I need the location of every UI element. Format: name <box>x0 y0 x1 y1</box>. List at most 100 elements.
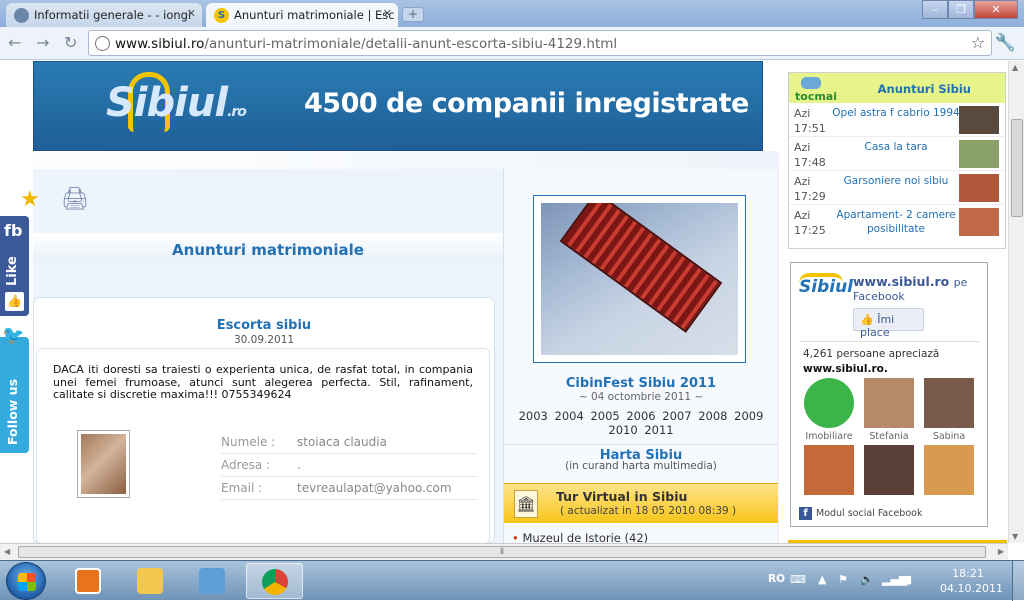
field-label: Numele : <box>221 435 276 449</box>
tab-informatii[interactable]: Informatii generale - - iongi ✕ <box>6 3 202 27</box>
battery-icon[interactable]: ▮ <box>906 573 912 586</box>
field-label: Adresa : <box>221 458 271 472</box>
ads-widget: tocmai Anunturi Sibiu Azi 17:51 Opel astr… <box>788 72 1006 249</box>
fb-page-name[interactable]: www.sibiul.ro pe <box>853 274 967 289</box>
post-date: 30.09.2011 <box>233 334 295 346</box>
fb-fan[interactable]: Stefania <box>861 378 917 442</box>
cibinfest-title[interactable]: CibinFest Sibiu 2011 <box>504 376 778 391</box>
taskbar-media-player[interactable] <box>60 563 117 599</box>
logo-main: Sibiul <box>106 80 228 126</box>
clock[interactable]: 18:21 04.10.2011 <box>940 566 1003 596</box>
thumbs-up-icon: 👍 <box>860 313 874 326</box>
ads-title[interactable]: Anunturi Sibiu <box>878 82 971 96</box>
maximize-button[interactable]: ❐ <box>948 0 974 19</box>
year-links[interactable]: 2003 2004 2005 2006 2007 2008 2009 2010 … <box>512 409 770 437</box>
action-center-flag-icon[interactable]: ⚑ <box>838 573 848 586</box>
reload-icon[interactable]: ↻ <box>64 33 77 52</box>
window-controls: – ❐ ✕ <box>922 0 1018 19</box>
show-hidden-icons-icon[interactable]: ▲ <box>818 573 826 586</box>
address-bar[interactable]: www.sibiul.ro/anunturi-matrimoniale/deta… <box>88 30 992 56</box>
muzeu-link[interactable]: • Muzeul de Istorie (42) <box>512 531 648 543</box>
show-desktop-button[interactable] <box>1012 561 1024 601</box>
harta-subtitle: (in curand harta multimedia) <box>565 460 717 472</box>
ad-thumbnail[interactable] <box>959 208 999 236</box>
vertical-scrollbar[interactable]: ▲ ▼ <box>1008 61 1024 543</box>
sibiul-logo[interactable]: Sibiul <box>799 273 853 313</box>
scroll-up-arrow-icon[interactable]: ▲ <box>1012 63 1018 72</box>
start-button[interactable] <box>6 562 46 600</box>
back-arrow-icon[interactable]: ← <box>8 33 21 52</box>
profile-photo[interactable] <box>77 430 130 498</box>
fb-fan[interactable] <box>921 445 977 508</box>
fb-like-button[interactable]: 👍 Îmi place <box>853 308 924 339</box>
logo-suffix: .ro <box>227 104 247 120</box>
twitter-follow-widget[interactable]: 🐦 Follow us <box>0 325 29 453</box>
fb-page-sub[interactable]: Facebook <box>853 290 905 303</box>
print-icon[interactable]: 🖨 <box>61 187 89 212</box>
ad-thumbnail[interactable] <box>959 174 999 202</box>
taskbar-chrome[interactable] <box>246 563 303 599</box>
fb-footer[interactable]: f Modul social Facebook <box>799 507 922 520</box>
fb-fan[interactable] <box>861 445 917 508</box>
divider <box>799 341 979 342</box>
forward-arrow-icon[interactable]: → <box>36 33 49 52</box>
scroll-right-arrow-icon[interactable]: ▶ <box>998 547 1004 556</box>
close-tab-icon[interactable]: ✕ <box>383 7 392 20</box>
museum-icon: 🏛 <box>514 490 538 518</box>
keyboard-icon[interactable]: ⌨ <box>790 573 806 586</box>
scroll-left-arrow-icon[interactable]: ◀ <box>4 547 10 556</box>
tur-virtual-box[interactable]: 🏛 Tur Virtual in Sibiu ( actualizat in 1… <box>504 483 778 523</box>
tocmai-logo[interactable]: tocmai <box>795 77 837 103</box>
network-icon[interactable]: ▂▄▆ <box>882 573 907 586</box>
cibinfest-date: ~ 04 octombrie 2011 ~ <box>578 391 704 403</box>
ad-item[interactable]: Azi 17:25 Apartament- 2 camere posibilita… <box>789 205 1005 239</box>
tab-anunturi[interactable]: S Anunturi matrimoniale | Esc ✕ <box>206 3 398 27</box>
horizontal-scrollbar[interactable]: ◀ ⦀ ▶ <box>0 543 1008 560</box>
fb-fan[interactable]: Imobiliare <box>801 378 857 442</box>
taskbar-control-panel[interactable] <box>184 563 241 599</box>
field-value: . <box>297 458 301 472</box>
add-favorite-icon[interactable]: ★ <box>20 187 40 212</box>
scroll-thumb[interactable]: ⦀ <box>18 546 986 558</box>
language-indicator[interactable]: RO <box>768 573 785 585</box>
media-player-icon <box>75 568 101 594</box>
scroll-down-arrow-icon[interactable]: ▼ <box>1012 532 1018 541</box>
wrench-icon[interactable]: 🔧 <box>995 33 1016 53</box>
taskbar-explorer[interactable] <box>122 563 179 599</box>
post-title: Escorta sibiu <box>216 318 312 333</box>
ads-header: tocmai Anunturi Sibiu <box>789 73 1005 103</box>
tur-title: Tur Virtual in Sibiu <box>556 489 688 504</box>
sibiul-favicon-icon: S <box>214 8 229 23</box>
new-tab-button[interactable]: + <box>402 7 424 22</box>
url-path: /anunturi-matrimoniale/detalii-anunt-esc… <box>204 36 618 52</box>
scroll-thumb[interactable] <box>1011 119 1023 217</box>
cibinfest-photo[interactable] <box>533 195 746 363</box>
close-tab-icon[interactable]: ✕ <box>187 7 196 20</box>
ad-title[interactable]: Casa la tara <box>831 140 961 154</box>
ad-time: Azi 17:51 <box>794 107 826 135</box>
fb-fan[interactable] <box>801 445 857 508</box>
action-icons: ★ 🖨 <box>20 187 89 212</box>
close-window-button[interactable]: ✕ <box>974 0 1018 19</box>
volume-icon[interactable]: 🔈 <box>860 573 874 586</box>
bullet-icon: • <box>512 531 519 543</box>
bookmark-star-icon[interactable]: ☆ <box>971 33 985 52</box>
browser-toolbar: ← → ↻ www.sibiul.ro/anunturi-matrimonial… <box>0 27 1024 60</box>
ad-title[interactable]: Opel astra f cabrio 1994 <box>831 106 961 120</box>
facebook-side-widget[interactable]: fb Like 👍 <box>0 216 29 316</box>
minimize-button[interactable]: – <box>922 0 948 19</box>
fb-fan[interactable]: Sabina <box>921 378 977 442</box>
ad-title[interactable]: Apartament- 2 camere posibilitate <box>831 208 961 236</box>
ad-item[interactable]: Azi 17:48 Casa la tara <box>789 137 1005 171</box>
ad-thumbnail[interactable] <box>959 140 999 168</box>
ads-brand: tocmai <box>795 90 837 103</box>
site-banner[interactable]: Sibiul.ro 4500 de companii inregistrate <box>33 61 763 151</box>
ad-thumbnail[interactable] <box>959 106 999 134</box>
ad-item[interactable]: Azi 17:51 Opel astra f cabrio 1994 <box>789 103 1005 137</box>
middle-column: CibinFest Sibiu 2011 ~ 04 octombrie 2011… <box>503 169 778 543</box>
ad-title[interactable]: Garsoniere noi sibiu <box>831 174 961 188</box>
fb-short-label: fb <box>4 221 23 240</box>
folder-icon <box>137 568 163 594</box>
ad-item[interactable]: Azi 17:29 Garsoniere noi sibiu <box>789 171 1005 205</box>
field-row: Numele : stoiaca claudia <box>221 431 477 454</box>
